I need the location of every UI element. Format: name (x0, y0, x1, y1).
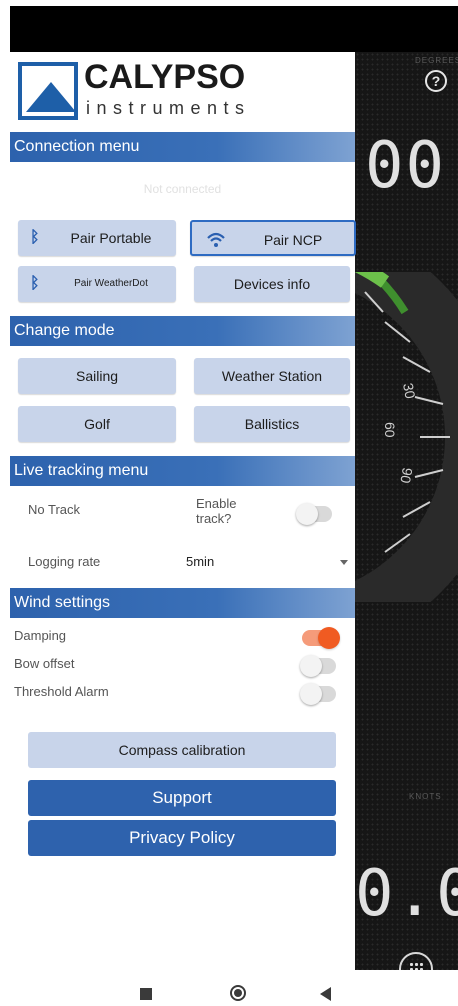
connection-status: Not connected (143, 182, 222, 196)
golf-mode-button[interactable]: Golf (18, 406, 176, 442)
wind-settings-header: Wind settings (10, 588, 355, 618)
background-instrument-screen: DEGREES ? 00 30 60 90 KNOTS 0.0 (355, 52, 458, 970)
dial-tick-60: 60 (382, 422, 398, 438)
privacy-policy-button[interactable]: Privacy Policy (28, 820, 336, 856)
damping-label: Damping (14, 628, 67, 643)
wifi-icon (206, 222, 226, 264)
support-button[interactable]: Support (28, 780, 336, 816)
pair-ncp-button[interactable]: Pair NCP (190, 220, 356, 256)
logging-rate-select[interactable]: 5min (186, 546, 350, 574)
navigation-drawer: CALYPSO instruments Connection menu Not … (10, 52, 356, 970)
bottom-readout: 0.0 (355, 857, 458, 931)
threshold-alarm-label: Threshold Alarm (14, 684, 109, 699)
compass-calibration-button[interactable]: Compass calibration (28, 732, 336, 768)
logo-mark (18, 62, 78, 120)
recent-apps-icon[interactable] (140, 988, 152, 1000)
pair-weatherdot-button[interactable]: ᛒ Pair WeatherDot (18, 266, 176, 302)
back-icon[interactable] (320, 987, 331, 1001)
weather-station-mode-button[interactable]: Weather Station (194, 358, 350, 394)
bluetooth-icon: ᛒ (30, 229, 40, 246)
grid-menu-button[interactable] (399, 952, 433, 970)
top-unit-label: DEGREES (415, 56, 458, 65)
ballistics-mode-button[interactable]: Ballistics (194, 406, 350, 442)
dropdown-arrow-icon (340, 560, 348, 565)
connection-menu-header: Connection menu (10, 132, 355, 162)
dial-tick-90: 90 (397, 466, 415, 484)
track-status: No Track (28, 502, 81, 517)
damping-toggle[interactable] (302, 627, 340, 649)
pair-portable-button[interactable]: ᛒ Pair Portable (18, 220, 176, 256)
top-readout: 00 (365, 129, 447, 203)
live-tracking-header: Live tracking menu (10, 456, 355, 486)
bow-offset-label: Bow offset (14, 656, 75, 671)
compass-dial: 30 60 90 (355, 272, 458, 602)
dial-tick-30: 30 (400, 382, 418, 400)
help-icon[interactable]: ? (425, 70, 447, 92)
logo-name: CALYPSO (84, 58, 246, 96)
home-icon[interactable] (230, 985, 246, 1001)
enable-track-toggle[interactable] (296, 503, 332, 525)
grid-icon (409, 962, 423, 970)
screen: DEGREES ? 00 30 60 90 KNOTS 0.0 CALYPSO … (0, 0, 458, 1006)
system-navigation-bar (0, 970, 458, 1006)
threshold-alarm-toggle[interactable] (300, 683, 336, 705)
calypso-logo: CALYPSO instruments (18, 58, 348, 122)
status-bar (10, 6, 458, 52)
logo-subtitle: instruments (86, 98, 251, 118)
bottom-unit-label: KNOTS (409, 792, 442, 801)
change-mode-header: Change mode (10, 316, 355, 346)
devices-info-button[interactable]: Devices info (194, 266, 350, 302)
bluetooth-icon: ᛒ (30, 275, 40, 292)
logging-rate-label: Logging rate (28, 554, 101, 569)
bow-offset-toggle[interactable] (300, 655, 336, 677)
enable-track-label: Enable track? (196, 496, 237, 526)
sailing-mode-button[interactable]: Sailing (18, 358, 176, 394)
logging-rate-value: 5min (186, 554, 215, 569)
